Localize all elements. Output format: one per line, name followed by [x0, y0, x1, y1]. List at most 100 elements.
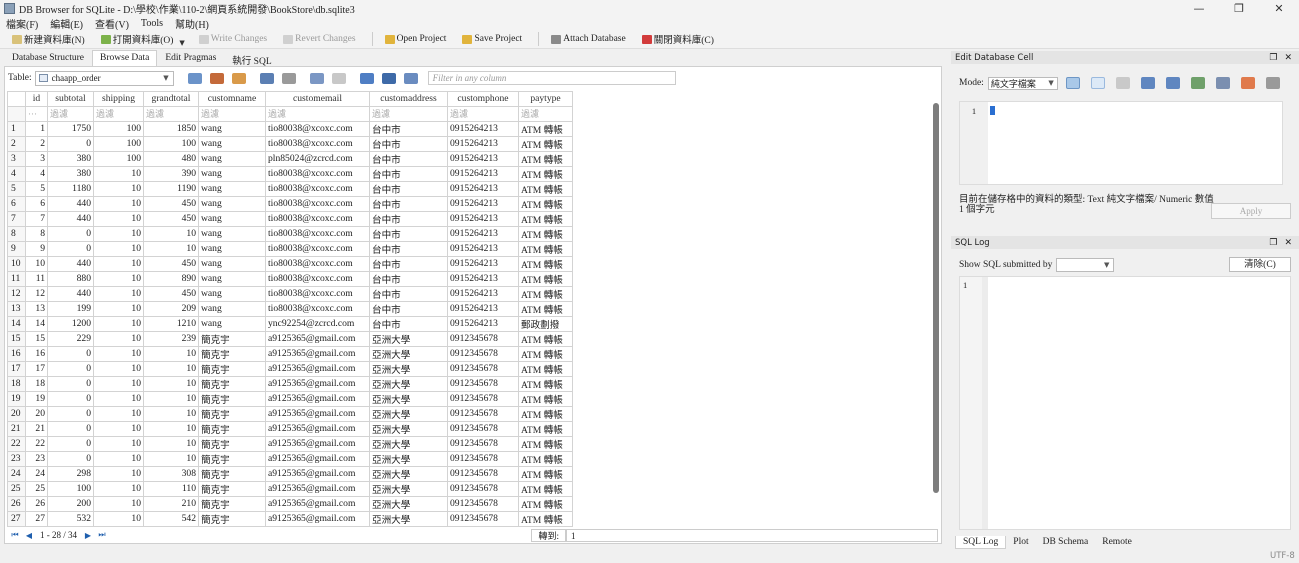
tab-edit-pragmas[interactable]: Edit Pragmas [157, 50, 224, 66]
sql-log-output[interactable]: 1 [959, 276, 1291, 530]
table-cell[interactable]: 5 [25, 180, 48, 197]
table-cell[interactable]: 0912345678 [447, 330, 519, 347]
table-cell[interactable]: ATM 轉帳 [518, 450, 573, 467]
tab-execute-sql[interactable]: 執行 SQL [224, 50, 279, 67]
table-cell[interactable]: 450 [143, 285, 199, 302]
table-cell[interactable]: 0915264213 [447, 285, 519, 302]
table-cell[interactable]: 6 [25, 195, 48, 212]
table-cell[interactable]: 0 [47, 345, 94, 362]
table-cell[interactable]: 台中市 [369, 300, 448, 317]
table-cell[interactable]: 12 [25, 285, 48, 302]
table-cell[interactable]: 0912345678 [447, 450, 519, 467]
first-page-icon[interactable]: ⏮ [8, 530, 22, 540]
table-row[interactable]: 1 1 1750 100 1850 wang tio80038@xcoxc.com 台中市 09… [7, 120, 573, 137]
table-cell[interactable]: 210 [143, 495, 199, 512]
cell-editor[interactable]: 1 [959, 101, 1283, 185]
close-database-button[interactable]: 關閉資料庫(C) [636, 31, 720, 48]
table-row[interactable]: 2 2 0 100 100 wang tio80038@xcoxc.com 台中市 091526… [7, 135, 573, 152]
table-cell[interactable]: 17 [25, 360, 48, 377]
table-row[interactable]: 4 4 380 10 390 wang tio80038@xcoxc.com 台中市 09152… [7, 165, 573, 182]
table-cell[interactable]: 0912345678 [447, 360, 519, 377]
table-cell[interactable]: 台中市 [369, 225, 448, 242]
tab-sql-log[interactable]: SQL Log [955, 536, 1007, 549]
row-header[interactable]: 27 [7, 510, 26, 527]
table-cell[interactable]: 簡克宇 [198, 465, 266, 482]
table-cell[interactable]: ATM 轉帳 [518, 360, 573, 377]
table-cell[interactable]: 0915264213 [447, 300, 519, 317]
print-icon[interactable] [281, 72, 296, 84]
column-header[interactable]: grandtotal [143, 91, 199, 107]
save-project-button[interactable]: Save Project [456, 31, 528, 48]
table-cell[interactable]: 簡克宇 [198, 450, 266, 467]
table-cell[interactable]: tio80038@xcoxc.com [265, 180, 370, 197]
table-cell[interactable]: 21 [25, 420, 48, 437]
table-row[interactable]: 21 21 0 10 10 簡克宇 a9125365@gmail.com 亞洲大學 091234… [7, 420, 573, 437]
table-cell[interactable]: 台中市 [369, 120, 448, 137]
row-header[interactable]: 25 [7, 480, 26, 497]
maximize-icon[interactable]: ❐ [1219, 2, 1259, 15]
clear-filters-icon[interactable] [209, 72, 224, 84]
table-cell[interactable]: 台中市 [369, 270, 448, 287]
table-cell[interactable]: 0912345678 [447, 390, 519, 407]
table-cell[interactable]: 532 [47, 510, 94, 527]
table-cell[interactable]: 239 [143, 330, 199, 347]
table-cell[interactable]: 台中市 [369, 195, 448, 212]
table-cell[interactable]: 0912345678 [447, 510, 519, 527]
table-cell[interactable]: 台中市 [369, 255, 448, 272]
table-cell[interactable]: wang [198, 285, 266, 302]
erase-icon[interactable] [1240, 77, 1255, 89]
table-cell[interactable]: tio80038@xcoxc.com [265, 255, 370, 272]
row-header[interactable]: 14 [7, 315, 26, 332]
previous-page-icon[interactable]: ◀ [22, 531, 36, 540]
table-cell[interactable]: 10 [93, 465, 144, 482]
table-cell[interactable]: a9125365@gmail.com [265, 450, 370, 467]
row-header[interactable]: 12 [7, 285, 26, 302]
table-row[interactable]: 5 5 1180 10 1190 wang tio80038@xcoxc.com 台中市 091… [7, 180, 573, 197]
float-icon[interactable]: ❐ [1269, 53, 1277, 63]
table-cell[interactable]: ATM 轉帳 [518, 435, 573, 452]
table-cell[interactable]: 14 [25, 315, 48, 332]
table-cell[interactable]: 110 [143, 480, 199, 497]
table-cell[interactable]: ATM 轉帳 [518, 285, 573, 302]
tab-database-structure[interactable]: Database Structure [4, 50, 92, 66]
table-cell[interactable]: a9125365@gmail.com [265, 420, 370, 437]
apply-button[interactable]: Apply [1211, 203, 1291, 219]
table-row[interactable]: 8 8 0 10 10 wang tio80038@xcoxc.com 台中市 09152642… [7, 225, 573, 242]
table-cell[interactable]: 10 [93, 375, 144, 392]
row-header[interactable]: 2 [7, 135, 26, 152]
table-cell[interactable]: 100 [93, 150, 144, 167]
table-cell[interactable]: ATM 轉帳 [518, 330, 573, 347]
table-cell[interactable]: 0 [47, 240, 94, 257]
column-header[interactable]: id [25, 91, 48, 107]
table-cell[interactable]: ATM 轉帳 [518, 405, 573, 422]
column-filter-input[interactable]: 過濾 [265, 105, 370, 122]
import-icon[interactable] [1140, 77, 1155, 89]
table-cell[interactable]: 200 [47, 495, 94, 512]
table-cell[interactable]: 1200 [47, 315, 94, 332]
table-cell[interactable]: 0 [47, 225, 94, 242]
table-cell[interactable]: 0915264213 [447, 225, 519, 242]
table-cell[interactable]: 0 [47, 405, 94, 422]
table-cell[interactable]: 7 [25, 210, 48, 227]
table-cell[interactable]: 19 [25, 390, 48, 407]
clear-sorting-icon[interactable] [231, 72, 246, 84]
table-cell[interactable]: tio80038@xcoxc.com [265, 120, 370, 137]
table-cell[interactable]: 0915264213 [447, 240, 519, 257]
close-icon[interactable]: ✕ [1284, 53, 1292, 63]
menu-view[interactable]: 查看(V) [95, 16, 129, 31]
table-cell[interactable]: ATM 轉帳 [518, 240, 573, 257]
table-cell[interactable]: 440 [47, 285, 94, 302]
column-filter-input[interactable]: 過濾 [447, 105, 519, 122]
find-icon[interactable] [359, 72, 374, 84]
word-wrap-icon[interactable] [1090, 77, 1105, 89]
row-header[interactable]: 22 [7, 435, 26, 452]
table-cell[interactable]: 10 [143, 390, 199, 407]
corner-cell[interactable] [7, 91, 26, 107]
table-cell[interactable]: ATM 轉帳 [518, 300, 573, 317]
table-cell[interactable]: 10 [93, 195, 144, 212]
table-cell[interactable]: 10 [93, 420, 144, 437]
table-cell[interactable]: 10 [93, 495, 144, 512]
float-icon[interactable]: ❐ [1269, 238, 1277, 248]
table-cell[interactable]: 台中市 [369, 210, 448, 227]
row-header[interactable]: 8 [7, 225, 26, 242]
